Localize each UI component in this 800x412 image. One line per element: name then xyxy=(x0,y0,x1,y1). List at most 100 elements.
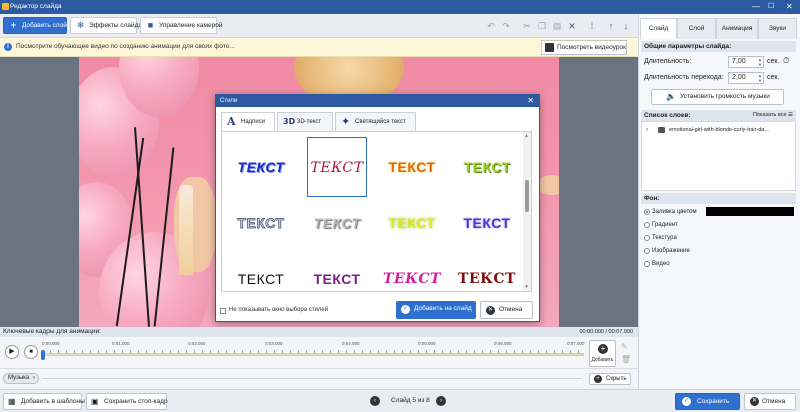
redo-icon[interactable]: ↷ xyxy=(499,19,513,33)
edit-keyframe-icon[interactable]: ✎ xyxy=(621,342,628,351)
move-down-icon[interactable]: ↓ xyxy=(619,19,633,33)
style-item[interactable]: ТЕКСТ xyxy=(231,137,291,197)
tab-slide[interactable]: Слайд xyxy=(640,18,677,39)
next-slide-icon[interactable]: › xyxy=(436,396,446,406)
plus-icon: + xyxy=(10,20,17,30)
info-text: Посмотрите обучающее видео по созданию а… xyxy=(16,43,235,50)
style-item[interactable]: ТЕКСТ xyxy=(307,249,367,291)
save-button[interactable]: ✓ Сохранить xyxy=(675,393,740,410)
delete-keyframe-icon[interactable]: 🗑 xyxy=(621,355,631,364)
play-icon[interactable]: ▶ xyxy=(5,345,19,359)
transition-sec-label: сек. xyxy=(767,74,780,81)
timer-icon[interactable]: ⏱ xyxy=(783,56,789,66)
scroll-thumb[interactable] xyxy=(525,180,529,212)
expand-icon[interactable]: › xyxy=(646,124,648,136)
dialog-title-bar: Стили ✕ xyxy=(216,95,539,107)
keyframes-time: 00:00.000 / 00:07.000 xyxy=(579,329,633,335)
3d-icon: 3D xyxy=(283,117,296,126)
tab-3d-text[interactable]: 3D 3D-текст xyxy=(277,112,333,131)
music-button[interactable]: Музыка › xyxy=(3,373,39,384)
playhead[interactable] xyxy=(41,350,45,360)
cancel-button[interactable]: ✕ Отмена xyxy=(744,393,796,410)
duration-input[interactable]: 7,00 ▲ ▼ xyxy=(728,56,764,68)
tick-label: 0:07.000 xyxy=(567,341,585,346)
timeline: ▶ ■ 0:00.000 0:01.000 0:02.000 0:03.000 … xyxy=(0,337,638,368)
info-bar: i Посмотрите обучающее видео по созданию… xyxy=(0,38,638,57)
list-item[interactable]: › emotional-girl-with-blonde-curly-hair-… xyxy=(644,124,794,136)
style-item[interactable]: ТЕКСТ xyxy=(231,193,291,253)
hide-button[interactable]: + Скрыть xyxy=(589,373,631,385)
tab-animation[interactable]: Анимация xyxy=(716,18,758,39)
slide-effects-button[interactable]: ❄ Эффекты слайда xyxy=(70,17,142,34)
timeline-track[interactable] xyxy=(42,353,584,356)
music-volume-button[interactable]: 🔉 Установить громкость музыки xyxy=(651,89,784,105)
fill-color-swatch[interactable] xyxy=(706,207,794,216)
maximize-button[interactable]: ☐ xyxy=(768,2,774,12)
tab-layer[interactable]: Слой xyxy=(677,18,716,39)
style-item[interactable]: ТЕКСТ xyxy=(457,249,517,291)
bg-image-label: Изображение xyxy=(652,248,690,254)
minimize-button[interactable]: — xyxy=(752,2,760,12)
dialog-cancel-button[interactable]: ✕ Отмена xyxy=(480,301,533,319)
bg-image-radio[interactable] xyxy=(644,248,650,254)
dont-show-checkbox[interactable] xyxy=(220,308,226,314)
cut-icon[interactable]: ✂ xyxy=(520,19,534,33)
scroll-up-icon[interactable]: ▲ xyxy=(524,133,529,139)
check-icon: ✓ xyxy=(682,397,691,406)
close-button[interactable]: ✕ xyxy=(786,2,793,12)
tab-captions[interactable]: A Надписи xyxy=(221,112,275,132)
chevron-right-icon: › xyxy=(33,375,35,381)
scroll-down-icon[interactable]: ▼ xyxy=(524,284,529,290)
style-grid-scrollbar[interactable]: ▲ ▼ xyxy=(523,132,531,291)
tick-label: 0:04.000 xyxy=(342,341,360,346)
add-to-templates-label: Добавить в шаблоны xyxy=(21,398,85,405)
layers-title: Список слоев: xyxy=(644,112,691,119)
add-to-slide-label: Добавить на слайд xyxy=(414,305,472,312)
style-item[interactable]: ТЕКСТ xyxy=(457,193,517,253)
bg-texture-radio[interactable] xyxy=(644,235,650,241)
music-track[interactable] xyxy=(42,378,582,379)
watch-tutorial-button[interactable]: Посмотреть видеоурок xyxy=(541,40,627,55)
add-to-slide-button[interactable]: ✓ Добавить на слайд xyxy=(396,301,476,319)
tick-label: 0:03.000 xyxy=(265,341,283,346)
undo-icon[interactable]: ↶ xyxy=(484,19,498,33)
show-all-link[interactable]: Показать все ☰ xyxy=(753,110,793,121)
snowflake-icon: ❄ xyxy=(76,20,85,30)
app-icon xyxy=(2,3,9,10)
prev-slide-icon[interactable]: ‹ xyxy=(370,396,380,406)
tab-glowing-text-label: Светящийся текст xyxy=(355,119,406,125)
dialog-close-button[interactable]: ✕ xyxy=(527,95,534,107)
camera-control-button[interactable]: ■ Управление камерой xyxy=(140,17,223,34)
style-item[interactable]: ТЕКСТ xyxy=(457,137,517,197)
align-icon[interactable]: ⁞ xyxy=(585,19,599,33)
copy-icon[interactable]: ❐ xyxy=(535,19,549,33)
style-item[interactable]: ТЕКСТ xyxy=(307,193,367,253)
add-to-templates-button[interactable]: ▦ Добавить в шаблоны xyxy=(3,393,85,410)
add-keyframe-button[interactable]: + Добавить xyxy=(589,340,616,367)
bg-fill-radio[interactable] xyxy=(644,209,650,215)
delete-icon[interactable]: ✕ xyxy=(565,19,579,33)
plus-circle-icon: + xyxy=(594,375,602,383)
spin-arrows-icon[interactable]: ▲ ▼ xyxy=(758,73,762,83)
add-layer-button[interactable]: + Добавить слой xyxy=(3,17,67,34)
bg-gradient-radio[interactable] xyxy=(644,222,650,228)
style-item-selected[interactable]: ТЕКСТ xyxy=(307,137,367,197)
stop-icon[interactable]: ■ xyxy=(24,345,38,359)
bg-video-radio[interactable] xyxy=(644,261,650,267)
paste-icon[interactable]: ▤ xyxy=(550,19,564,33)
style-grid: ТЕКСТ ТЕКСТ ТЕКСТ ТЕКСТ ТЕКСТ ТЕКСТ ТЕКС… xyxy=(221,131,532,292)
spin-arrows-icon[interactable]: ▲ ▼ xyxy=(758,57,762,67)
style-item[interactable]: ТЕКСТ xyxy=(382,137,442,197)
transition-input[interactable]: 2,00 ▲ ▼ xyxy=(728,72,764,84)
tab-glowing-text[interactable]: ✦ Светящийся текст xyxy=(335,112,416,131)
dialog-title: Стили xyxy=(220,98,238,104)
save-frame-button[interactable]: ▣ Сохранить стоп-кадр xyxy=(86,393,168,410)
style-item[interactable]: ТЕКСТ xyxy=(231,249,291,291)
style-item[interactable]: ТЕКСТ xyxy=(382,193,442,253)
tab-sounds[interactable]: Звуки xyxy=(758,18,797,39)
dialog-cancel-label: Отмена xyxy=(499,306,523,313)
move-up-icon[interactable]: ↑ xyxy=(604,19,618,33)
bg-texture-label: Текстура xyxy=(652,235,677,241)
keyframes-title: Ключевые кадры для анимации: xyxy=(3,328,101,335)
style-item[interactable]: ТЕКСТ xyxy=(382,249,442,291)
